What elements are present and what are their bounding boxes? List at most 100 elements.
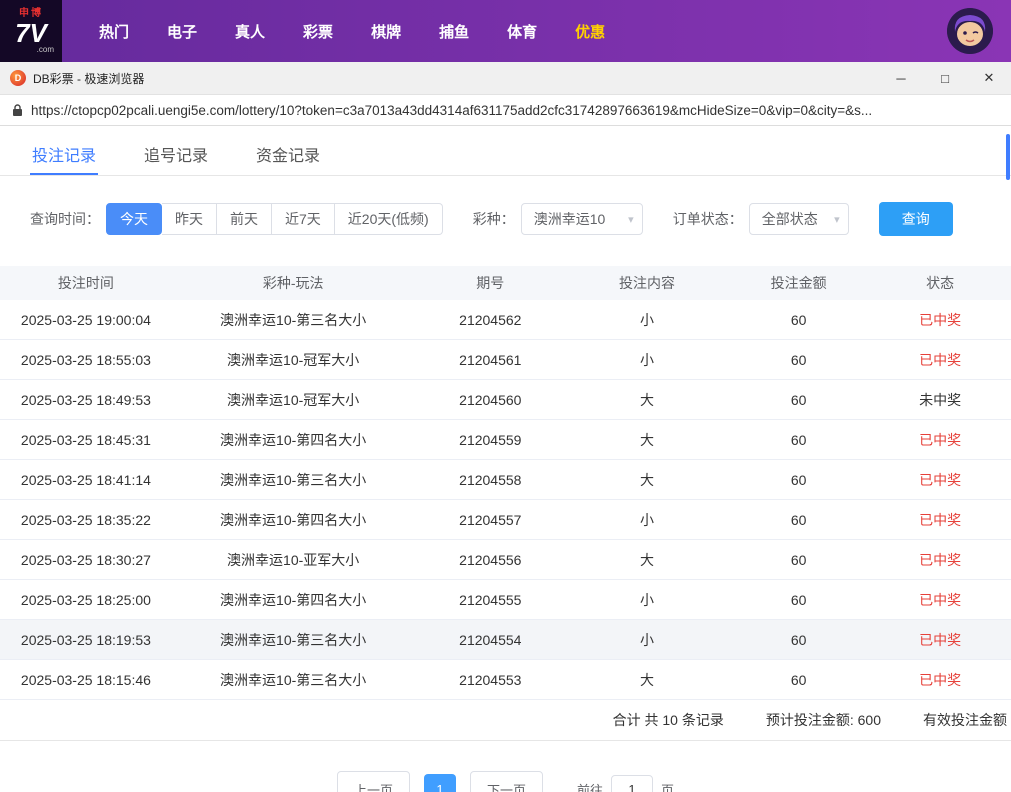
goto-page-input[interactable] bbox=[611, 774, 654, 792]
cell-content: 小 bbox=[640, 591, 654, 608]
cell-amount: 60 bbox=[790, 391, 807, 408]
time-filter-label: 查询时间： bbox=[30, 211, 100, 227]
goto-unit: 页 bbox=[661, 783, 675, 792]
table-row: 2025-03-25 18:49:53 澳洲幸运10-冠军大小 21204560… bbox=[0, 380, 1011, 420]
time-filter-group: 今天 昨天 前天 近7天 近20天(低频) bbox=[106, 203, 443, 235]
avatar-image bbox=[947, 8, 993, 54]
cell-status: 已中奖 bbox=[919, 311, 962, 328]
chevron-down-icon: ▾ bbox=[628, 213, 634, 226]
time-option-daybefore[interactable]: 前天 bbox=[217, 203, 272, 235]
minimize-button[interactable]: ─ bbox=[879, 62, 923, 94]
chevron-down-icon: ▾ bbox=[834, 213, 840, 226]
table-row: 2025-03-25 18:15:46 澳洲幸运10-第三名大小 2120455… bbox=[0, 660, 1011, 700]
cell-issue: 21204561 bbox=[459, 351, 522, 368]
time-option-7days[interactable]: 近7天 bbox=[272, 203, 335, 235]
avatar[interactable] bbox=[947, 8, 993, 54]
cell-amount: 60 bbox=[790, 351, 807, 368]
summary-bar: 合计 共 10 条记录 预计投注金额: 600 有效投注金额 bbox=[0, 700, 1011, 741]
table-row: 2025-03-25 18:45:31 澳洲幸运10-第四名大小 2120455… bbox=[0, 420, 1011, 460]
time-option-today[interactable]: 今天 bbox=[106, 203, 162, 235]
app-window: 申博 7V .com 热门 电子 真人 彩票 棋牌 捕鱼 体育 优惠 D DB彩… bbox=[0, 0, 1011, 792]
cell-status: 已中奖 bbox=[919, 511, 962, 528]
maximize-button[interactable]: □ bbox=[923, 62, 967, 94]
cell-content: 小 bbox=[640, 631, 654, 648]
time-option-yesterday[interactable]: 昨天 bbox=[162, 203, 217, 235]
table-row: 2025-03-25 19:00:04 澳洲幸运10-第三名大小 2120456… bbox=[0, 300, 1011, 340]
cell-amount: 60 bbox=[790, 511, 807, 528]
nav-item-slots[interactable]: 电子 bbox=[148, 21, 216, 42]
nav-item-hot[interactable]: 热门 bbox=[80, 21, 148, 42]
url-text[interactable]: https://ctopcp02pcali.uengi5e.com/lotter… bbox=[31, 103, 872, 118]
cell-issue: 21204560 bbox=[459, 391, 522, 408]
order-status-value: 全部状态 bbox=[761, 211, 818, 227]
cell-game: 澳洲幸运10-冠军大小 bbox=[227, 351, 360, 368]
cell-time: 2025-03-25 18:45:31 bbox=[20, 431, 151, 448]
status-filter-label: 订单状态： bbox=[672, 211, 743, 227]
brand-logo[interactable]: 申博 7V .com bbox=[0, 0, 62, 62]
cell-status: 已中奖 bbox=[919, 351, 962, 368]
cell-time: 2025-03-25 18:55:03 bbox=[20, 351, 151, 368]
url-bar[interactable]: https://ctopcp02pcali.uengi5e.com/lotter… bbox=[0, 95, 1011, 126]
header-cell-content: 投注内容 bbox=[619, 275, 675, 291]
cell-game: 澳洲幸运10-第三名大小 bbox=[220, 631, 367, 648]
search-button[interactable]: 查询 bbox=[878, 202, 953, 236]
nav-item-sports[interactable]: 体育 bbox=[488, 21, 556, 42]
header-cell-amount: 投注金额 bbox=[770, 275, 827, 291]
lottery-filter-label: 彩种： bbox=[472, 211, 515, 227]
main-menu: 热门 电子 真人 彩票 棋牌 捕鱼 体育 优惠 bbox=[80, 21, 624, 42]
cell-time: 2025-03-25 18:35:22 bbox=[20, 511, 151, 528]
table-row: 2025-03-25 18:19:53 澳洲幸运10-第三名大小 2120455… bbox=[0, 620, 1011, 660]
nav-item-promo[interactable]: 优惠 bbox=[556, 21, 624, 42]
cell-content: 大 bbox=[640, 551, 654, 568]
cell-game: 澳洲幸运10-第四名大小 bbox=[220, 511, 367, 528]
tab-bet-records[interactable]: 投注记录 bbox=[30, 134, 99, 175]
lottery-select[interactable]: 澳洲幸运10 ▾ bbox=[520, 203, 643, 235]
tab-chase-records[interactable]: 追号记录 bbox=[142, 134, 210, 175]
header-cell-time: 投注时间 bbox=[57, 275, 114, 291]
table-body: 2025-03-25 19:00:04 澳洲幸运10-第三名大小 2120456… bbox=[0, 300, 1011, 700]
cell-amount: 60 bbox=[790, 631, 807, 648]
app-icon: D bbox=[10, 70, 26, 86]
cell-time: 2025-03-25 18:30:27 bbox=[20, 551, 151, 568]
cell-game: 澳洲幸运10-第三名大小 bbox=[220, 471, 367, 488]
nav-item-lottery[interactable]: 彩票 bbox=[284, 21, 352, 42]
cell-time: 2025-03-25 19:00:04 bbox=[20, 311, 151, 328]
header-cell-game: 彩种-玩法 bbox=[262, 275, 324, 291]
summary-expected-amount: 预计投注金额: 600 bbox=[765, 712, 881, 728]
cell-issue: 21204557 bbox=[459, 511, 522, 528]
cell-amount: 60 bbox=[790, 471, 807, 488]
cell-status: 已中奖 bbox=[919, 551, 962, 568]
page-number-active[interactable]: 1 bbox=[423, 773, 456, 792]
window-title: DB彩票 - 极速浏览器 bbox=[33, 71, 145, 86]
cell-time: 2025-03-25 18:49:53 bbox=[20, 391, 151, 408]
prev-page-button[interactable]: 上一页 bbox=[336, 771, 410, 792]
cell-status: 已中奖 bbox=[919, 631, 962, 648]
summary-total: 合计 共 10 条记录 bbox=[612, 712, 724, 728]
nav-item-live[interactable]: 真人 bbox=[216, 21, 284, 42]
tab-fund-records[interactable]: 资金记录 bbox=[254, 134, 322, 175]
cell-game: 澳洲幸运10-第四名大小 bbox=[220, 591, 367, 608]
order-status-select[interactable]: 全部状态 ▾ bbox=[748, 203, 849, 235]
table-row: 2025-03-25 18:55:03 澳洲幸运10-冠军大小 21204561… bbox=[0, 340, 1011, 380]
cell-issue: 21204556 bbox=[459, 551, 522, 568]
brand-sub-text: .com bbox=[36, 44, 54, 54]
time-option-20days[interactable]: 近20天(低频) bbox=[334, 203, 443, 235]
cell-content: 小 bbox=[640, 351, 654, 368]
cell-amount: 60 bbox=[790, 551, 807, 568]
table-row: 2025-03-25 18:25:00 澳洲幸运10-第四名大小 2120455… bbox=[0, 580, 1011, 620]
nav-item-cards[interactable]: 棋牌 bbox=[352, 21, 420, 42]
cell-issue: 21204555 bbox=[459, 591, 522, 608]
window-titlebar: D DB彩票 - 极速浏览器 ─ □ ✕ bbox=[0, 62, 1011, 95]
header-cell-issue: 期号 bbox=[476, 275, 505, 291]
close-button[interactable]: ✕ bbox=[967, 62, 1011, 94]
record-tabs: 投注记录 追号记录 资金记录 bbox=[0, 134, 1011, 176]
cell-game: 澳洲幸运10-亚军大小 bbox=[227, 551, 360, 568]
cell-status: 未中奖 bbox=[919, 391, 962, 408]
cell-game: 澳洲幸运10-冠军大小 bbox=[227, 391, 360, 408]
cell-amount: 60 bbox=[790, 311, 807, 328]
next-page-button[interactable]: 下一页 bbox=[469, 771, 543, 792]
scrollbar-thumb[interactable] bbox=[1006, 134, 1010, 180]
lock-icon bbox=[12, 103, 23, 117]
cell-amount: 60 bbox=[790, 671, 807, 688]
nav-item-fishing[interactable]: 捕鱼 bbox=[420, 21, 488, 42]
